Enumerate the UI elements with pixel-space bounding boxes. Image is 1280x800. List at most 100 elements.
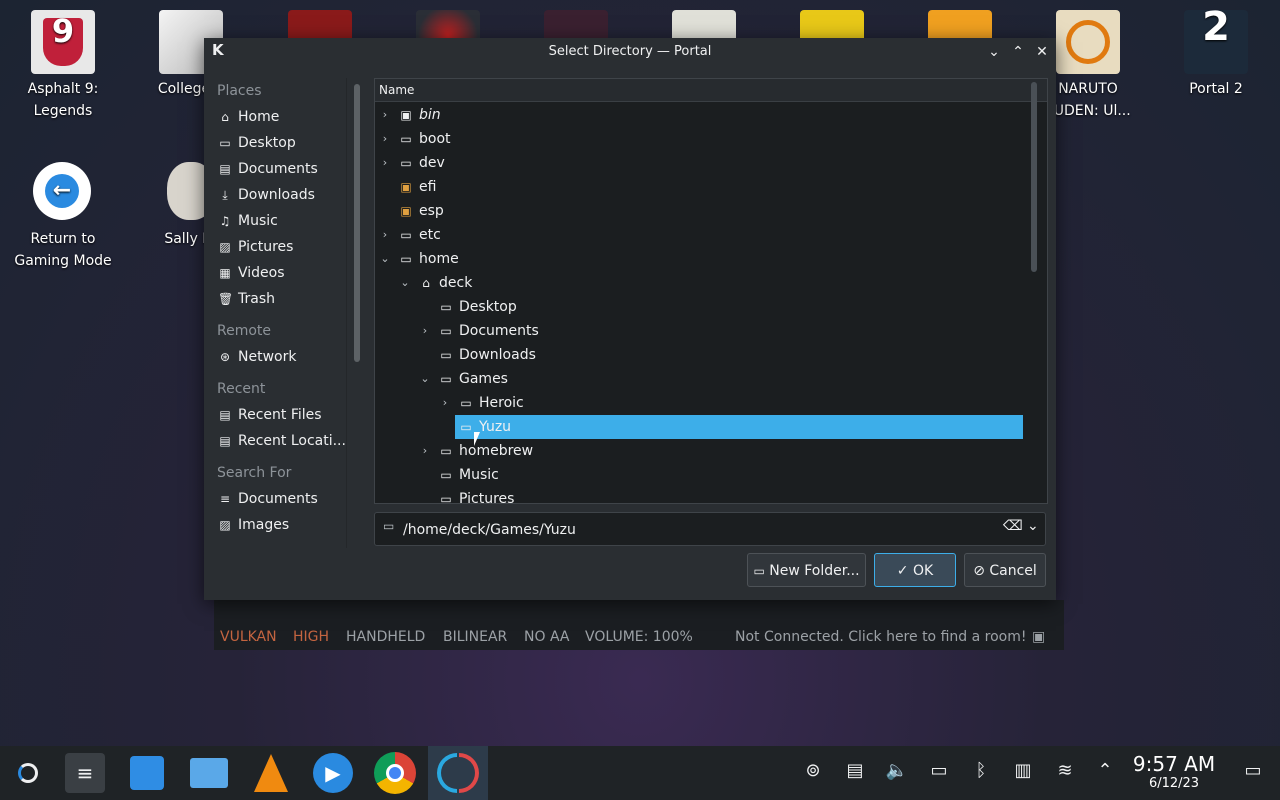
tree-row-heroic[interactable]: › ▭ Heroic	[375, 391, 1023, 415]
music-icon: ♫	[219, 214, 231, 228]
tree-row-games[interactable]: ⌄ ▭ Games	[375, 367, 1023, 391]
media-player-app[interactable]: ▶	[310, 750, 356, 796]
status-volume[interactable]: VOLUME: 100%	[585, 629, 693, 645]
folder-icon: ▭	[460, 396, 472, 410]
chevron-right-icon[interactable]: ›	[379, 103, 391, 127]
place-recent-files[interactable]: ▤ Recent Files	[204, 402, 349, 428]
check-icon: ✓	[896, 563, 909, 579]
place-home[interactable]: ⌂ Home	[204, 104, 349, 130]
place-music[interactable]: ♫ Music	[204, 208, 349, 234]
status-no-aa[interactable]: NO AA	[524, 629, 570, 645]
folder-icon: ▣	[400, 108, 412, 122]
place-trash[interactable]: 🗑 Trash	[204, 286, 349, 312]
tree-row-desktop[interactable]: ▭ Desktop	[375, 295, 1023, 319]
chevron-down-icon[interactable]: ⌄	[379, 247, 391, 271]
place-videos[interactable]: ▦ Videos	[204, 260, 349, 286]
steam-deck-icon	[18, 763, 38, 783]
chevron-up-icon[interactable]: ⌃	[1092, 758, 1118, 784]
status-bilinear[interactable]: BILINEAR	[443, 629, 507, 645]
places-scrollbar[interactable]	[354, 84, 360, 362]
chevron-down-icon[interactable]: ⌄	[1027, 518, 1039, 534]
folder-icon: ▭	[440, 348, 452, 362]
ok-button[interactable]: ✓ OK	[874, 553, 956, 587]
volume-icon[interactable]: 🔈	[884, 758, 910, 784]
play-circle-icon: ▶	[313, 753, 353, 793]
close-button[interactable]: ✕	[1032, 42, 1052, 62]
tree-row-music[interactable]: ▭ Music	[375, 463, 1023, 487]
place-downloads[interactable]: ⤓ Downloads	[204, 182, 349, 208]
steam-tray-icon[interactable]: ⊚	[800, 758, 826, 784]
search-for-header: Search For	[217, 465, 292, 481]
show-desktop-icon[interactable]: ▭	[1240, 758, 1266, 784]
chevron-down-icon[interactable]: ⌄	[399, 271, 411, 295]
tree-row-downloads[interactable]: ▭ Downloads	[375, 343, 1023, 367]
settings-app[interactable]: ≡	[62, 750, 108, 796]
chrome-center	[386, 764, 404, 782]
search-documents[interactable]: ≡ Documents	[204, 486, 349, 512]
chevron-right-icon[interactable]: ›	[419, 439, 431, 463]
chevron-right-icon[interactable]: ›	[439, 391, 451, 415]
tree-row-pictures[interactable]: ▭ Pictures	[375, 487, 1023, 503]
desktop-icon-return-gaming[interactable]: ← Return to Gaming Mode	[13, 160, 113, 272]
status-high[interactable]: HIGH	[293, 629, 329, 645]
clock[interactable]: 9:57 AM 6/12/23	[1124, 752, 1224, 792]
tree-row-dev[interactable]: › ▭ dev	[375, 151, 1023, 175]
battery-icon[interactable]: ▭	[926, 758, 952, 784]
path-input[interactable]	[401, 519, 995, 541]
remote-header: Remote	[217, 323, 272, 339]
name-column-header[interactable]: Name	[375, 79, 1047, 102]
chevron-right-icon[interactable]: ›	[379, 223, 391, 247]
sd-card-icon[interactable]: ▥	[1010, 758, 1036, 784]
chevron-down-icon[interactable]: ⌄	[419, 367, 431, 391]
place-label: Documents	[238, 491, 318, 507]
tree-scrollbar[interactable]	[1031, 82, 1037, 272]
vlc-app[interactable]	[248, 750, 294, 796]
tree-row-efi[interactable]: ▣ efi	[375, 175, 1023, 199]
desktop-icon-portal2[interactable]: 2 Portal 2	[1166, 7, 1266, 100]
chevron-right-icon[interactable]: ›	[419, 319, 431, 343]
new-folder-button[interactable]: ▭ New Folder...	[747, 553, 866, 587]
place-label: Music	[238, 213, 278, 229]
place-pictures[interactable]: ▨ Pictures	[204, 234, 349, 260]
tree-row-bin[interactable]: › ▣ bin	[375, 103, 1023, 127]
tree-row-etc[interactable]: › ▭ etc	[375, 223, 1023, 247]
place-network[interactable]: ⊛ Network	[204, 344, 349, 370]
clipboard-icon[interactable]: ▤	[842, 758, 868, 784]
chevron-right-icon[interactable]: ›	[379, 151, 391, 175]
place-desktop[interactable]: ▭ Desktop	[204, 130, 349, 156]
desktop-icon-asphalt[interactable]: 9 Asphalt 9: Legends	[13, 10, 113, 122]
tree-row-homebrew[interactable]: › ▭ homebrew	[375, 439, 1023, 463]
tree-row-deck[interactable]: ⌄ ⌂ deck	[375, 271, 1023, 295]
tree-row-documents[interactable]: › ▭ Documents	[375, 319, 1023, 343]
place-recent-locations[interactable]: ▤ Recent Locati...	[204, 428, 349, 454]
status-vulkan[interactable]: VULKAN	[220, 629, 277, 645]
yuzu-app[interactable]	[428, 746, 488, 800]
tree-row-yuzu[interactable]: ▭ Yuzu	[455, 415, 1023, 439]
picture-icon: ▨	[219, 240, 231, 254]
tree-row-home[interactable]: ⌄ ▭ home	[375, 247, 1023, 271]
status-network[interactable]: Not Connected. Click here to find a room…	[735, 629, 1026, 645]
path-combo[interactable]: ▭ ⌫ ⌄	[374, 512, 1046, 546]
bluetooth-icon[interactable]: ᛒ	[968, 758, 994, 784]
tree-row-boot[interactable]: › ▭ boot	[375, 127, 1023, 151]
cancel-label: Cancel	[989, 563, 1037, 579]
minimize-button[interactable]: ⌄	[984, 42, 1004, 62]
desktop-icon-label: Asphalt 9:	[27, 81, 99, 97]
document-list-icon: ≡	[219, 492, 231, 506]
wifi-icon[interactable]: ≋	[1052, 758, 1078, 784]
search-images[interactable]: ▨ Images	[204, 512, 349, 538]
chrome-app[interactable]	[372, 750, 418, 796]
clear-text-icon[interactable]: ⌫	[1003, 518, 1023, 534]
status-handheld[interactable]: HANDHELD	[346, 629, 425, 645]
locked-folder-icon: ▣	[400, 204, 412, 218]
steam-menu-button[interactable]	[6, 750, 52, 796]
chevron-right-icon[interactable]: ›	[379, 127, 391, 151]
tree-row-esp[interactable]: ▣ esp	[375, 199, 1023, 223]
discover-app[interactable]	[124, 750, 170, 796]
panel-divider	[346, 78, 347, 548]
dolphin-app[interactable]	[186, 750, 232, 796]
place-documents[interactable]: ▤ Documents	[204, 156, 349, 182]
cancel-button[interactable]: ⊘ Cancel	[964, 553, 1046, 587]
home-folder-icon: ⌂	[422, 276, 430, 290]
maximize-button[interactable]: ⌃	[1008, 42, 1028, 62]
